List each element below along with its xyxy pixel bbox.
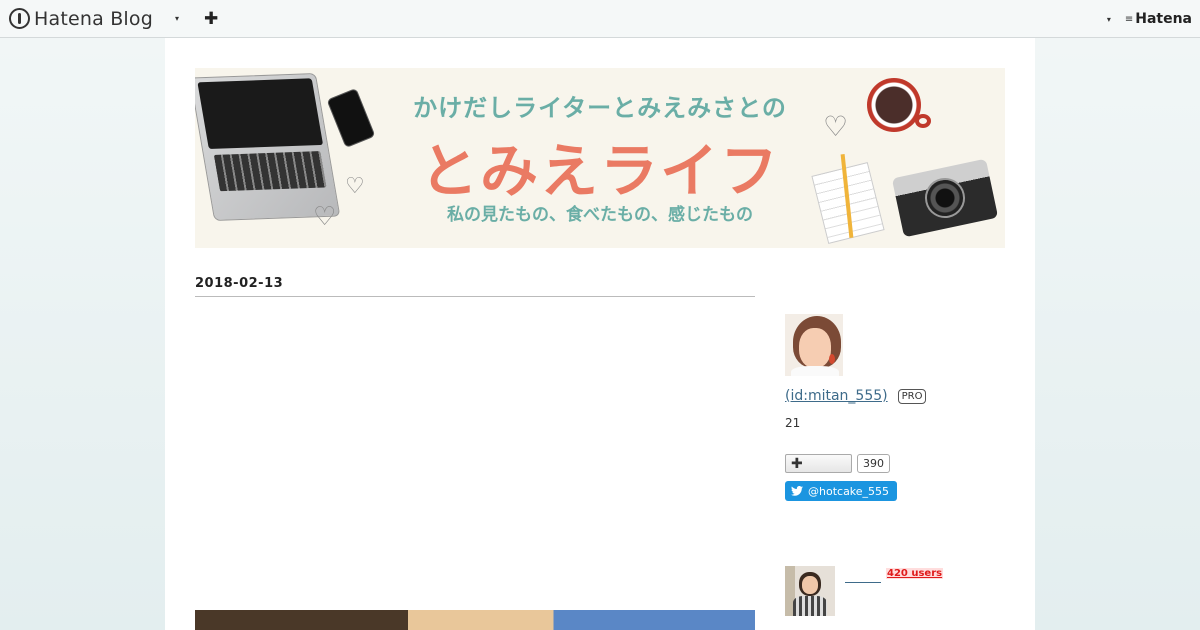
pro-badge: PRO (897, 388, 927, 404)
profile-id-link[interactable]: (id:mitan_555) (785, 388, 888, 404)
avatar[interactable] (785, 314, 843, 376)
avatar-shirt (791, 366, 839, 376)
bookmark-users-badge[interactable]: 420 users (886, 568, 944, 579)
plus-icon: ✚ (791, 455, 803, 472)
account-menu-chevron-icon[interactable]: ▾ (1107, 15, 1111, 24)
sidebar: (id:mitan_555) PRO 21 ✚ 390 @hotcake_555 (785, 314, 1005, 616)
avatar-face (799, 328, 831, 368)
blog-container: ♡ ♡ ♡ かけだしライターとみえみさとの とみえライフ 私の見たもの、食べたも… (165, 38, 1035, 630)
hatena-blog-logo[interactable]: Hatena Blog (9, 8, 153, 30)
cup-handle (915, 114, 931, 128)
hatena-blog-icon (9, 8, 30, 29)
related-entry-link[interactable] (845, 568, 881, 583)
twitter-bird-icon (791, 486, 803, 496)
related-entry: 420 users (785, 566, 1005, 616)
related-entry-thumbnail[interactable] (785, 566, 835, 616)
global-header: Hatena Blog ▾ ✚ ▾ ≡ Hatena (0, 0, 1200, 38)
banner-tagline: 私の見たもの、食べたもの、感じたもの (447, 205, 753, 225)
hatena-icon: ≡ (1124, 13, 1134, 25)
logo-text: Hatena Blog (34, 7, 153, 30)
twitter-follow-button[interactable]: @hotcake_555 (785, 481, 897, 501)
reader-count: 21 (785, 416, 801, 430)
hatena-logo-link[interactable]: Hatena (1135, 11, 1192, 27)
subscriber-count: 390 (857, 454, 890, 473)
profile-row: (id:mitan_555) PRO (785, 388, 1005, 404)
camera-lens (921, 174, 969, 222)
blog-header-banner[interactable]: ♡ ♡ ♡ かけだしライターとみえみさとの とみえライフ 私の見たもの、食べたも… (195, 68, 1005, 248)
thumb-clothes (793, 596, 827, 616)
twitter-handle: @hotcake_555 (808, 484, 890, 498)
subscribe-row: ✚ 390 (785, 454, 1005, 473)
blog-title: とみえライフ (419, 137, 780, 205)
entry-main: 2018-02-13 (195, 276, 755, 630)
subscribe-button[interactable]: ✚ (785, 454, 852, 473)
global-header-right: ▾ ≡ Hatena (1107, 0, 1192, 38)
coffee-cup-illustration (867, 78, 921, 132)
chevron-down-icon[interactable]: ▾ (175, 14, 179, 23)
entry-date[interactable]: 2018-02-13 (195, 276, 755, 297)
avatar-earring (829, 354, 835, 364)
thumb-face (802, 576, 818, 594)
entry-photo (195, 610, 755, 630)
plus-icon[interactable]: ✚ (204, 9, 218, 29)
